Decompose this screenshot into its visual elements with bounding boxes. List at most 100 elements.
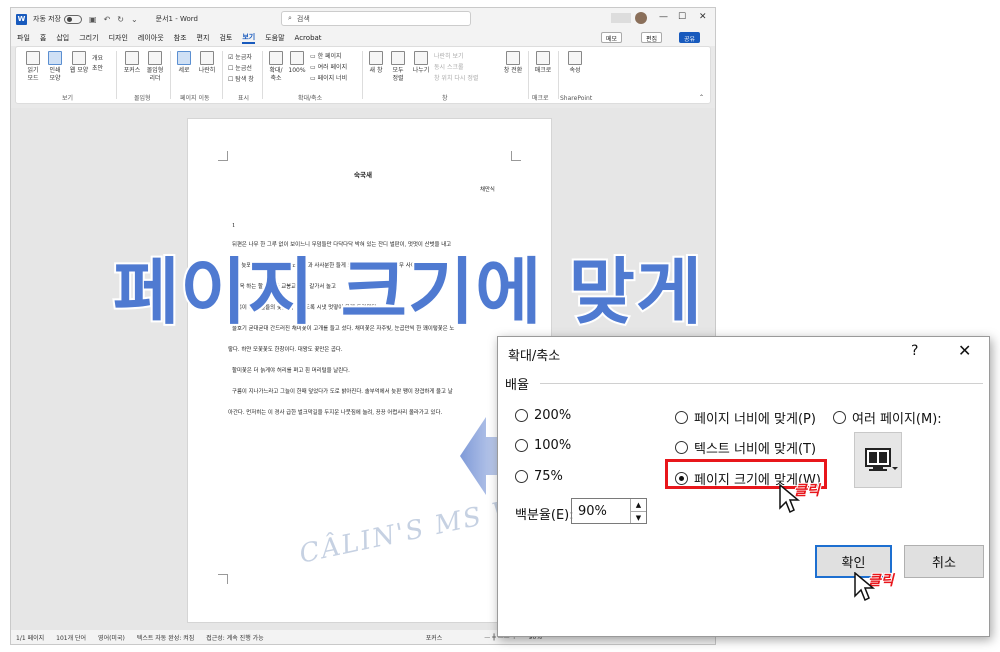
text-width-radio[interactable]: 텍스트 너비에 맞게(T): [675, 438, 816, 457]
macros-icon: [536, 51, 550, 65]
reset-window-button[interactable]: 창 위치 다시 정렬: [434, 73, 478, 82]
spin-up-icon[interactable]: ▲: [630, 499, 646, 511]
crop-mark: [218, 574, 228, 584]
tab-mailings[interactable]: 편지: [197, 33, 210, 43]
share-button[interactable]: 공유: [679, 32, 701, 43]
one-page-button[interactable]: ▭ 한 페이지: [310, 51, 342, 60]
immersive-reader-icon: [148, 51, 162, 65]
minimize-button[interactable]: —: [659, 12, 668, 22]
switch-windows-button[interactable]: 창 전환: [502, 51, 524, 75]
focus-mode[interactable]: 포커스: [426, 633, 443, 642]
zoom-button[interactable]: 확대/ 축소: [266, 51, 286, 83]
language[interactable]: 영어(미국): [98, 633, 125, 642]
save-icon[interactable]: ▣: [89, 15, 97, 24]
group-window-label: 창: [442, 95, 448, 102]
arrange-all-button[interactable]: 모두 정렬: [388, 51, 408, 83]
group-macros-label: 매크로: [532, 95, 549, 102]
tab-review[interactable]: 검토: [219, 33, 232, 43]
vertical-button[interactable]: 세로: [174, 51, 194, 75]
group-sharepoint-label: SharePoint: [560, 95, 593, 102]
percent-value: 90%: [578, 503, 607, 519]
zoom-100-button[interactable]: 100%: [288, 51, 306, 75]
tab-references[interactable]: 참조: [174, 33, 187, 43]
many-pages-picker-button[interactable]: [854, 432, 902, 488]
focus-button[interactable]: 포커스: [122, 51, 142, 75]
tab-acrobat[interactable]: Acrobat: [295, 34, 322, 42]
new-window-button[interactable]: 새 창: [366, 51, 386, 75]
collapse-ribbon-icon[interactable]: ⌃: [699, 94, 704, 101]
autosave-toggle[interactable]: [64, 14, 82, 24]
page-count[interactable]: 1/1 페이지: [16, 633, 44, 642]
search-icon: ⌕: [288, 14, 292, 22]
gridlines-checkbox[interactable]: ☐ 눈금선: [228, 63, 252, 72]
radio-dot: [675, 411, 688, 424]
tab-draw[interactable]: 그리기: [79, 33, 98, 43]
web-layout-button[interactable]: 웹 모양: [68, 51, 90, 75]
zoom-100-radio[interactable]: 100%: [515, 438, 571, 453]
immersive-reader-button[interactable]: 몰입형 리더: [144, 51, 166, 83]
tab-help[interactable]: 도움말: [265, 33, 284, 43]
restore-button[interactable]: ☐: [678, 12, 686, 22]
radio-dot: [515, 439, 528, 452]
cancel-button[interactable]: 취소: [904, 545, 984, 578]
zoom-200-radio[interactable]: 200%: [515, 408, 571, 423]
close-button[interactable]: ✕: [699, 12, 707, 22]
print-layout-icon: [48, 51, 62, 65]
account-name[interactable]: [611, 13, 631, 23]
many-pages-radio[interactable]: 여러 페이지(M):: [833, 408, 942, 427]
radio-dot: [833, 411, 846, 424]
sharepoint-icon: [568, 51, 582, 65]
avatar[interactable]: [635, 12, 647, 24]
nav-pane-checkbox[interactable]: ☐ 탐색 창: [228, 74, 254, 83]
doc-line: 구름이 지나가느라고 그늘이 한때 덮었다가 도로 밝아진다. 솔부억에서 늦판…: [232, 389, 453, 395]
ruler-checkbox[interactable]: ☑ 눈금자: [228, 52, 252, 61]
redo-icon[interactable]: ↻: [117, 15, 124, 24]
outline-button[interactable]: 개요: [92, 53, 103, 62]
radio-label: 100%: [534, 438, 572, 453]
switch-windows-icon: [506, 51, 520, 65]
tab-insert[interactable]: 삽입: [56, 33, 69, 43]
spin-down-icon[interactable]: ▼: [630, 511, 646, 523]
text-predictions[interactable]: 텍스트 자동 완성: 켜짐: [137, 633, 194, 642]
page-width-radio[interactable]: 페이지 너비에 맞게(P): [675, 408, 816, 427]
tab-view[interactable]: 보기: [242, 32, 256, 44]
help-button[interactable]: ?: [911, 343, 918, 359]
group-views-label: 보기: [62, 95, 74, 102]
tab-layout[interactable]: 레이아웃: [138, 33, 164, 43]
accessibility-status[interactable]: 접근성: 계속 진행 가능: [206, 633, 263, 642]
word-count[interactable]: 101개 단어: [56, 633, 86, 642]
radio-label: 75%: [534, 469, 563, 484]
dialog-close-button[interactable]: ✕: [958, 341, 971, 360]
radio-label: 여러 페이지(M):: [852, 412, 942, 427]
autosave-label: 자동 저장: [33, 15, 61, 23]
customize-qat-icon[interactable]: ⌄: [131, 15, 138, 24]
split-button[interactable]: 나누기: [410, 51, 432, 75]
print-layout-button[interactable]: 인쇄 모양: [44, 51, 66, 83]
comments-button[interactable]: 메모: [601, 32, 623, 43]
tab-home[interactable]: 홈: [40, 33, 46, 43]
side-by-side-button[interactable]: 나란히: [196, 51, 218, 75]
zoom-75-radio[interactable]: 75%: [515, 469, 563, 484]
tab-file[interactable]: 파일: [17, 33, 30, 43]
radio-label: 200%: [534, 408, 572, 423]
macros-button[interactable]: 매크로: [532, 51, 554, 75]
read-mode-button[interactable]: 읽기 모드: [22, 51, 44, 83]
sync-scroll-button[interactable]: 동시 스크롤: [434, 62, 464, 71]
radio-dot: [515, 409, 528, 422]
undo-icon[interactable]: ↶: [104, 15, 111, 24]
search-input[interactable]: ⌕ 검색: [281, 11, 471, 26]
multiple-pages-button[interactable]: ▭ 여러 페이지: [310, 62, 347, 71]
view-side-by-side-button[interactable]: 나란히 보기: [434, 51, 464, 60]
tab-design[interactable]: 디자인: [109, 33, 128, 43]
doc-line: 랗다. 하얀 모꽃꽃도 한창이다. 대왕도 꽃만은 곱다.: [228, 347, 343, 353]
dialog-title: 확대/축소: [508, 349, 561, 364]
zoom-100-icon: [290, 51, 304, 65]
mouse-cursor-icon: [854, 572, 876, 602]
page-width-button[interactable]: ▭ 페이지 너비: [310, 73, 347, 82]
percent-input[interactable]: 90% ▲ ▼: [571, 498, 647, 524]
draft-button[interactable]: 초안: [92, 63, 103, 72]
properties-button[interactable]: 속성: [564, 51, 586, 75]
editing-button[interactable]: 편집: [641, 32, 663, 43]
ribbon: 읽기 모드 인쇄 모양 웹 모양 개요 초안 보기 포커스 몰입형 리더 몰입형…: [15, 46, 711, 104]
radio-dot: [515, 470, 528, 483]
